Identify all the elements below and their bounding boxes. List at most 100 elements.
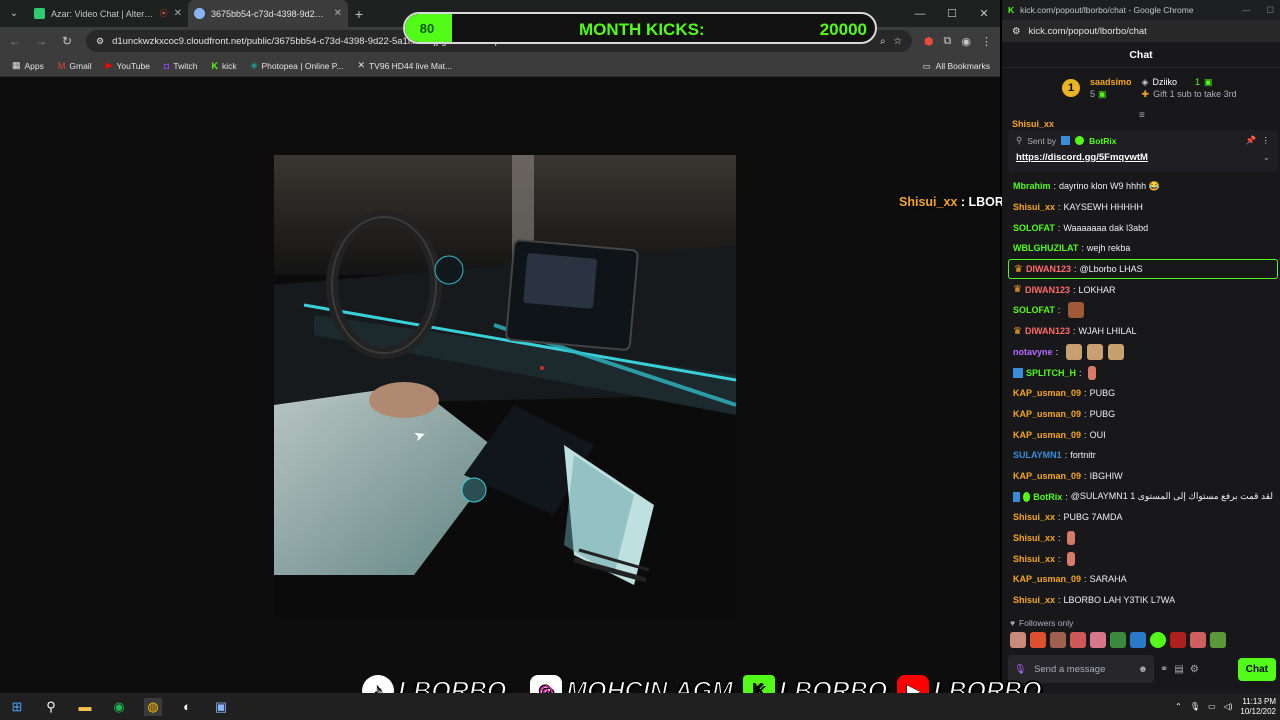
search-icon[interactable]: ⚲	[42, 698, 60, 716]
chat-message[interactable]: KAP_usman_09: PUBG	[1008, 404, 1278, 425]
emoji-icon[interactable]: ☻	[1138, 664, 1148, 675]
extension-red-icon[interactable]: ⬢	[924, 35, 934, 48]
emote[interactable]	[1210, 632, 1226, 648]
chat-message[interactable]: Shisui_xx:	[1008, 548, 1278, 569]
more-options-icon[interactable]: ⋮	[1262, 135, 1271, 146]
maximize-icon[interactable]: ☐	[1266, 5, 1274, 16]
minimize-icon[interactable]: —	[904, 8, 936, 20]
chat-message[interactable]: SULAYMN1: fortnitr	[1008, 445, 1278, 466]
close-window-icon[interactable]: ✕	[968, 7, 1000, 20]
chat-username[interactable]: Mbrahim	[1013, 181, 1051, 191]
microphone-icon[interactable]: 🎙	[1190, 702, 1200, 711]
chat-username[interactable]: Shisui_xx	[1013, 202, 1055, 212]
bookmark-twitch[interactable]: ◘ Twitch	[164, 61, 198, 71]
network-icon[interactable]: ▭	[1208, 702, 1216, 711]
clock[interactable]: 11:13 PM 10/12/202	[1240, 697, 1276, 717]
settings-gear-icon[interactable]: ⚙	[1190, 664, 1199, 675]
chat-message[interactable]: SOLOFAT:	[1008, 300, 1278, 321]
pinned-message[interactable]: ⚲ Sent by BotRix 📌 ⋮ https://discord.gg/…	[1008, 130, 1278, 172]
chat-message[interactable]: KAP_usman_09: SARAHA	[1008, 569, 1278, 590]
tray-chevron-icon[interactable]: ⌃	[1175, 702, 1182, 711]
tab-azar[interactable]: Azar: Video Chat | Alternati ⦿ ✕	[28, 0, 188, 27]
chat-username[interactable]: SPLITCH_H	[1026, 368, 1076, 378]
chat-message[interactable]: notavyne:	[1008, 342, 1278, 363]
top-gifter[interactable]: saadsimo 5 ▣	[1090, 76, 1132, 100]
bookmark-gmail[interactable]: M Gmail	[58, 61, 92, 71]
chat-message[interactable]: KAP_usman_09: IBGHIW	[1008, 466, 1278, 487]
star-icon[interactable]: ☆	[893, 36, 902, 47]
bookmark-apps[interactable]: ▦ Apps	[12, 60, 44, 71]
site-info-icon[interactable]: ⚙	[96, 36, 104, 47]
bookmark-youtube[interactable]: ▶ YouTube	[106, 60, 150, 71]
chat-message[interactable]: ♛ DIWAN123: @Lborbo LHAS	[1008, 258, 1278, 280]
chat-username[interactable]: DIWAN123	[1025, 326, 1070, 336]
chat-message[interactable]: WBLGHUZILAT: wejh rekba	[1008, 238, 1278, 259]
chat-username[interactable]: Shisui_xx	[1013, 554, 1055, 564]
chat-username[interactable]: SULAYMN1	[1013, 450, 1062, 460]
reload-icon[interactable]: ↻	[60, 34, 74, 48]
chat-message[interactable]: ♛ DIWAN123: LOKHAR	[1008, 279, 1278, 300]
emote[interactable]	[1050, 632, 1066, 648]
chat-message[interactable]: Shisui_xx:	[1008, 528, 1278, 549]
all-bookmarks[interactable]: ▭ All Bookmarks	[923, 55, 990, 77]
chat-username[interactable]: BotRix	[1033, 492, 1062, 502]
bookmark-kick[interactable]: Kkick	[211, 61, 236, 71]
chat-username[interactable]: KAP_usman_09	[1013, 430, 1081, 440]
discord-link[interactable]: https://discord.gg/5FmqvwtM	[1016, 152, 1148, 163]
chat-username[interactable]: KAP_usman_09	[1013, 388, 1081, 398]
emote[interactable]	[1190, 632, 1206, 648]
chat-username[interactable]: WBLGHUZILAT	[1013, 243, 1078, 253]
emote[interactable]	[1090, 632, 1106, 648]
extensions-icon[interactable]: ⧉	[944, 35, 952, 48]
volume-icon[interactable]: ◁)	[1224, 702, 1233, 711]
tab-search-button[interactable]: ⌄	[0, 0, 28, 27]
chat-message[interactable]: Mbrahim: dayrino klon W9 hhhh 😂	[1008, 176, 1278, 197]
app-icon[interactable]: ▣	[212, 698, 230, 716]
chat-message[interactable]: BotRix: @SULAYMN1 لقد قمت برفع مستواك إلى…	[1008, 486, 1278, 507]
emote[interactable]	[1130, 632, 1146, 648]
chrome-icon[interactable]: ◍	[144, 697, 162, 716]
chat-username[interactable]: notavyne	[1013, 347, 1053, 357]
obs-icon[interactable]: ◐	[178, 698, 196, 716]
bookmark-photopea[interactable]: ◈ Photopea | Online P...	[251, 60, 344, 71]
site-info-icon[interactable]: ⚙	[1012, 26, 1021, 37]
chat-message[interactable]: SPLITCH_H:	[1008, 362, 1278, 383]
maximize-icon[interactable]: ☐	[936, 7, 968, 20]
back-icon[interactable]: ←	[8, 34, 22, 48]
emote[interactable]	[1070, 632, 1086, 648]
leaderboard-toggle-icon[interactable]: ≡	[1139, 110, 1145, 121]
close-tab-icon[interactable]: ✕	[334, 8, 342, 19]
minimize-icon[interactable]: —	[1242, 5, 1251, 16]
windows-start-icon[interactable]: ⊞	[8, 698, 26, 716]
emote[interactable]	[1150, 632, 1166, 648]
pin-toggle-icon[interactable]: 📌	[1246, 135, 1257, 146]
chat-username[interactable]: DIWAN123	[1026, 264, 1071, 274]
tab-image[interactable]: 3675bb54-c73d-4398-9d22-5a ✕	[188, 0, 348, 27]
chat-message[interactable]: ♛ DIWAN123: WJAH LHILAL	[1008, 321, 1278, 342]
file-explorer-icon[interactable]: ▬	[76, 698, 94, 716]
kicks-icon[interactable]: ⚭	[1160, 664, 1168, 675]
chat-message[interactable]: KAP_usman_09: PUBG	[1008, 383, 1278, 404]
chat-username[interactable]: SOLOFAT	[1013, 305, 1055, 315]
expand-chevron-icon[interactable]: ⌄	[1263, 152, 1270, 163]
chat-message[interactable]: Shisui_xx: PUBG 7AMDA	[1008, 507, 1278, 528]
emote[interactable]	[1030, 632, 1046, 648]
emote[interactable]	[1170, 632, 1186, 648]
emote[interactable]	[1110, 632, 1126, 648]
send-chat-button[interactable]: Chat	[1237, 657, 1276, 681]
chat-username[interactable]: KAP_usman_09	[1013, 409, 1081, 419]
chat-message[interactable]: Shisui_xx: LBORBO LAH Y3TIK L7WA	[1008, 590, 1278, 611]
chat-message[interactable]: Shisui_xx: KAYSEWH HHHHH	[1008, 197, 1278, 218]
chat-username[interactable]: Shisui_xx	[1013, 595, 1055, 605]
store-icon[interactable]: ▤	[1174, 664, 1183, 675]
emote[interactable]	[1010, 632, 1026, 648]
chat-message[interactable]: KAP_usman_09: OUI	[1008, 424, 1278, 445]
profile-avatar-icon[interactable]: ◉	[961, 35, 971, 48]
close-tab-icon[interactable]: ✕	[174, 8, 182, 19]
chat-username[interactable]: Shisui_xx	[1013, 512, 1055, 522]
new-tab-button[interactable]: +	[348, 6, 370, 22]
chat-username[interactable]: KAP_usman_09	[1013, 574, 1081, 584]
chat-username[interactable]: Shisui_xx	[1013, 533, 1055, 543]
forward-icon[interactable]: →	[34, 34, 48, 48]
spotify-icon[interactable]: ◉	[110, 698, 128, 716]
